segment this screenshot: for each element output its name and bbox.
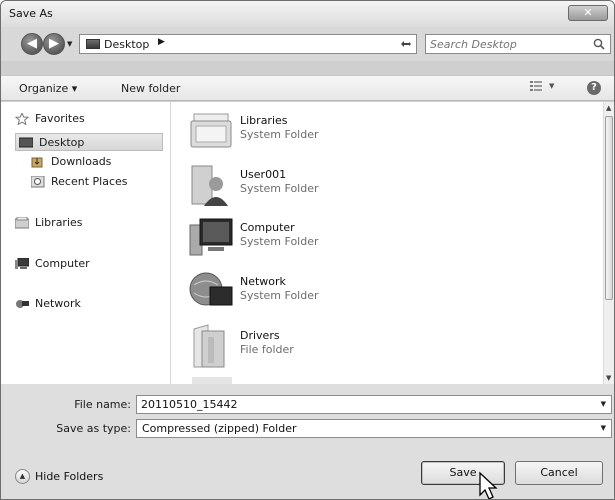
folder-icon	[193, 324, 225, 368]
computer-folder-icon	[189, 218, 233, 256]
organize-menu[interactable]: Organize ▾	[19, 82, 77, 95]
sidebar-item-label: Libraries	[35, 216, 83, 229]
command-toolbar: Organize ▾ New folder ▼ ?	[1, 75, 614, 101]
file-name-dropdown-icon[interactable]: ▼	[601, 400, 606, 408]
list-item-computer[interactable]: Computer System Folder	[188, 215, 488, 265]
user-folder-icon	[191, 165, 228, 206]
file-name-label: File name:	[74, 398, 131, 411]
scroll-up-icon[interactable]: ▲	[606, 104, 611, 112]
change-view-button[interactable]: ▼	[529, 80, 559, 96]
network-icon	[16, 300, 29, 308]
view-options-icon	[530, 81, 542, 91]
desktop-icon	[86, 39, 100, 49]
libraries-folder-icon	[190, 113, 232, 148]
file-name: Network	[240, 275, 286, 288]
desktop-icon	[19, 137, 33, 148]
downloads-icon	[31, 157, 43, 168]
save-as-dialog: Save As ✕ ◀ ▶ ▼ Desktop ▶ ▼ Organize ▾ N…	[0, 0, 615, 500]
sidebar-item-label: Downloads	[51, 155, 112, 168]
file-name-input[interactable]	[141, 397, 581, 412]
libraries-icon	[15, 217, 29, 229]
address-bar[interactable]: Desktop ▶ ▼	[79, 34, 417, 54]
list-item-libraries[interactable]: Libraries System Folder	[188, 108, 488, 158]
window-title: Save As	[9, 7, 53, 20]
sidebar-item-label: Desktop	[39, 136, 85, 149]
list-item-drivers[interactable]: Drivers File folder	[188, 323, 488, 373]
save-as-type-select[interactable]: Compressed (zipped) Folder ▼	[136, 419, 612, 438]
address-chevron-icon[interactable]: ▶	[158, 37, 165, 47]
file-name: Libraries	[240, 114, 288, 127]
search-input[interactable]	[430, 37, 580, 51]
chevron-up-icon: ▲	[15, 469, 30, 484]
file-type: System Folder	[240, 128, 319, 141]
refresh-icon	[401, 41, 411, 47]
back-button[interactable]: ◀	[21, 33, 43, 55]
title-bar: Save As ✕	[1, 1, 614, 27]
cancel-button[interactable]: Cancel	[515, 461, 603, 485]
save-as-type-label: Save as type:	[56, 422, 131, 435]
list-item-user001[interactable]: User001 System Folder	[188, 162, 488, 212]
search-box[interactable]	[425, 34, 611, 54]
view-dropdown-icon: ▼	[549, 82, 555, 90]
new-folder-button[interactable]: New folder	[121, 82, 180, 95]
address-location[interactable]: Desktop	[104, 38, 149, 51]
browser-area: Favorites Desktop Downloads Recent Place…	[1, 102, 614, 384]
file-type: File folder	[240, 343, 294, 356]
list-item-network[interactable]: Network System Folder	[188, 269, 488, 319]
navigation-pane: Favorites Desktop Downloads Recent Place…	[1, 102, 171, 384]
list-item-partial	[192, 377, 232, 384]
save-options-panel: File name: ▼ Save as type: Compressed (z…	[1, 384, 614, 499]
sidebar-item-label: Network	[35, 297, 81, 310]
file-name: User001	[240, 168, 287, 181]
sidebar-item-label: Computer	[35, 257, 90, 270]
help-button[interactable]: ?	[587, 81, 601, 95]
file-name: Computer	[240, 221, 295, 234]
vertical-scrollbar[interactable]: ▲ ▼	[603, 102, 614, 384]
mouse-pointer-icon	[479, 471, 498, 499]
save-as-type-value[interactable]: Compressed (zipped) Folder	[142, 422, 296, 435]
sidebar-item-label: Favorites	[35, 112, 85, 125]
navigation-bar: ◀ ▶ ▼ Desktop ▶ ▼	[1, 27, 614, 61]
file-type: System Folder	[240, 289, 319, 302]
star-icon	[15, 113, 29, 125]
hide-folders-label: Hide Folders	[35, 470, 104, 483]
refresh-button[interactable]	[396, 34, 417, 54]
computer-icon	[15, 258, 29, 269]
recent-locations-dropdown[interactable]: ▼	[67, 40, 72, 48]
scroll-thumb[interactable]	[605, 116, 613, 300]
scroll-down-icon[interactable]: ▼	[606, 374, 611, 382]
forward-button[interactable]: ▶	[43, 33, 65, 55]
close-button[interactable]: ✕	[568, 5, 608, 21]
save-as-type-dropdown-icon[interactable]: ▼	[601, 424, 606, 432]
search-icon[interactable]	[592, 37, 606, 51]
file-type: System Folder	[240, 182, 319, 195]
file-name-combobox[interactable]: ▼	[136, 395, 612, 414]
sidebar-item-label: Recent Places	[51, 175, 128, 188]
recent-places-icon	[31, 176, 45, 188]
file-name: Drivers	[240, 329, 280, 342]
file-type: System Folder	[240, 235, 319, 248]
file-list: Libraries System Folder User001 System F…	[172, 102, 603, 384]
network-folder-icon	[189, 272, 233, 306]
sidebar-item-desktop[interactable]: Desktop	[15, 133, 163, 151]
